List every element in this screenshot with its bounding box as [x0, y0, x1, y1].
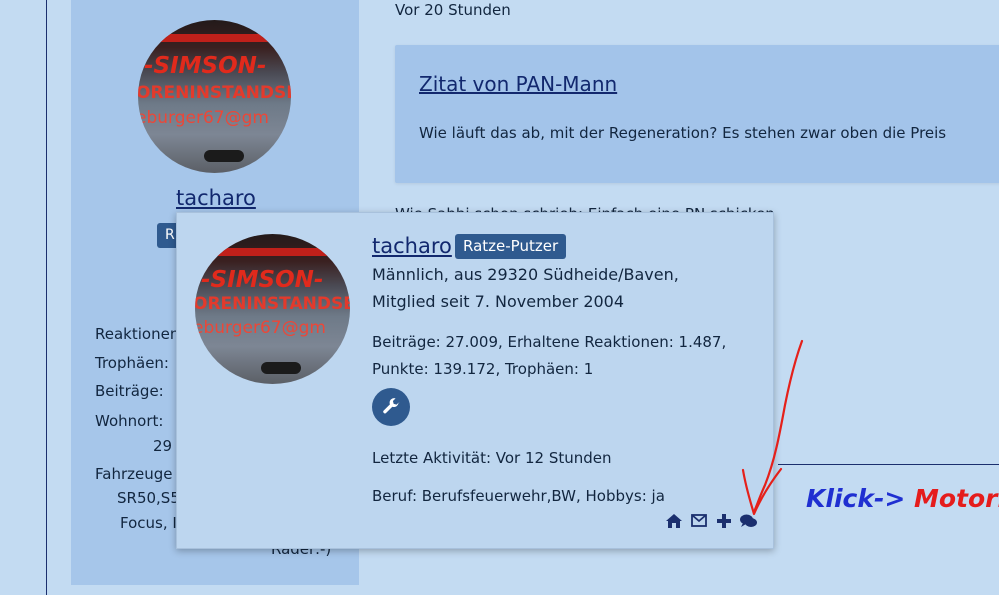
- author-stat-posts-label: Beiträge:: [95, 382, 164, 400]
- author-avatar[interactable]: -SIMSON- ORENINSTANDSETZU eburger67@gm: [138, 20, 291, 173]
- avatar-text-email: eburger67@gm: [195, 318, 326, 338]
- tooltip-member-since: Mitglied seit 7. November 2004: [372, 292, 625, 311]
- quote-block: Zitat von PAN-Mann Wie läuft das ab, mit…: [395, 45, 999, 183]
- tooltip-gender-location: Männlich, aus 29320 Südheide/Baven,: [372, 265, 679, 284]
- signature-click-text: Klick->: [806, 484, 906, 513]
- tooltip-occupation: Beruf: Berufsfeuerwehr,BW, Hobbys: ja: [372, 487, 665, 505]
- avatar-band: [138, 34, 291, 42]
- member-tooltip: -SIMSON- ORENINSTANDSETZU eburger67@gm t…: [176, 212, 774, 549]
- comments-icon[interactable]: [740, 512, 757, 529]
- post-timestamp[interactable]: Vor 20 Stunden: [395, 1, 511, 19]
- wrench-icon[interactable]: [372, 388, 410, 426]
- tooltip-action-icons: [665, 512, 757, 529]
- signature-moto-text: Motorre: [914, 484, 999, 513]
- avatar-text-email: eburger67@gm: [138, 108, 269, 128]
- signature-link[interactable]: Klick-> Motorre: [806, 484, 999, 513]
- avatar-band: [195, 248, 350, 256]
- author-location-value: 29: [153, 437, 173, 455]
- avatar-text-business: ORENINSTANDSETZU: [195, 294, 350, 314]
- signature-divider: [778, 464, 999, 465]
- thread-left-rule: [46, 0, 47, 595]
- avatar-wiper: [204, 150, 244, 162]
- avatar-text-brand: -SIMSON-: [201, 267, 324, 293]
- avatar-text-brand: -SIMSON-: [144, 53, 267, 79]
- author-stat-vehicles-label: Fahrzeuge: [95, 465, 173, 483]
- tooltip-stats-line-1: Beiträge: 27.009, Erhaltene Reaktionen: …: [372, 333, 727, 351]
- quote-source-link[interactable]: Zitat von PAN-Mann: [419, 72, 617, 96]
- avatar-text-business: ORENINSTANDSETZU: [138, 83, 291, 103]
- tooltip-avatar[interactable]: -SIMSON- ORENINSTANDSETZU eburger67@gm: [195, 234, 350, 384]
- author-stat-trophies-label: Trophäen:: [95, 354, 169, 372]
- plus-icon[interactable]: [715, 512, 732, 529]
- avatar-wiper: [261, 362, 301, 374]
- author-username-link[interactable]: tacharo: [176, 186, 256, 210]
- quote-text: Wie läuft das ab, mit der Regeneration? …: [419, 124, 947, 142]
- tooltip-username-link[interactable]: tacharo: [372, 234, 452, 258]
- author-stat-location-label: Wohnort:: [95, 412, 164, 430]
- envelope-icon[interactable]: [690, 512, 707, 529]
- tooltip-last-activity: Letzte Aktivität: Vor 12 Stunden: [372, 449, 612, 467]
- author-stat-reactions-label: Reaktionen: [95, 325, 180, 343]
- author-vehicles-line-2: Focus, I: [120, 514, 177, 532]
- home-icon[interactable]: [665, 512, 682, 529]
- tooltip-user-title-badge: Ratze-Putzer: [455, 234, 567, 259]
- tooltip-stats-line-2: Punkte: 139.172, Trophäen: 1: [372, 360, 594, 378]
